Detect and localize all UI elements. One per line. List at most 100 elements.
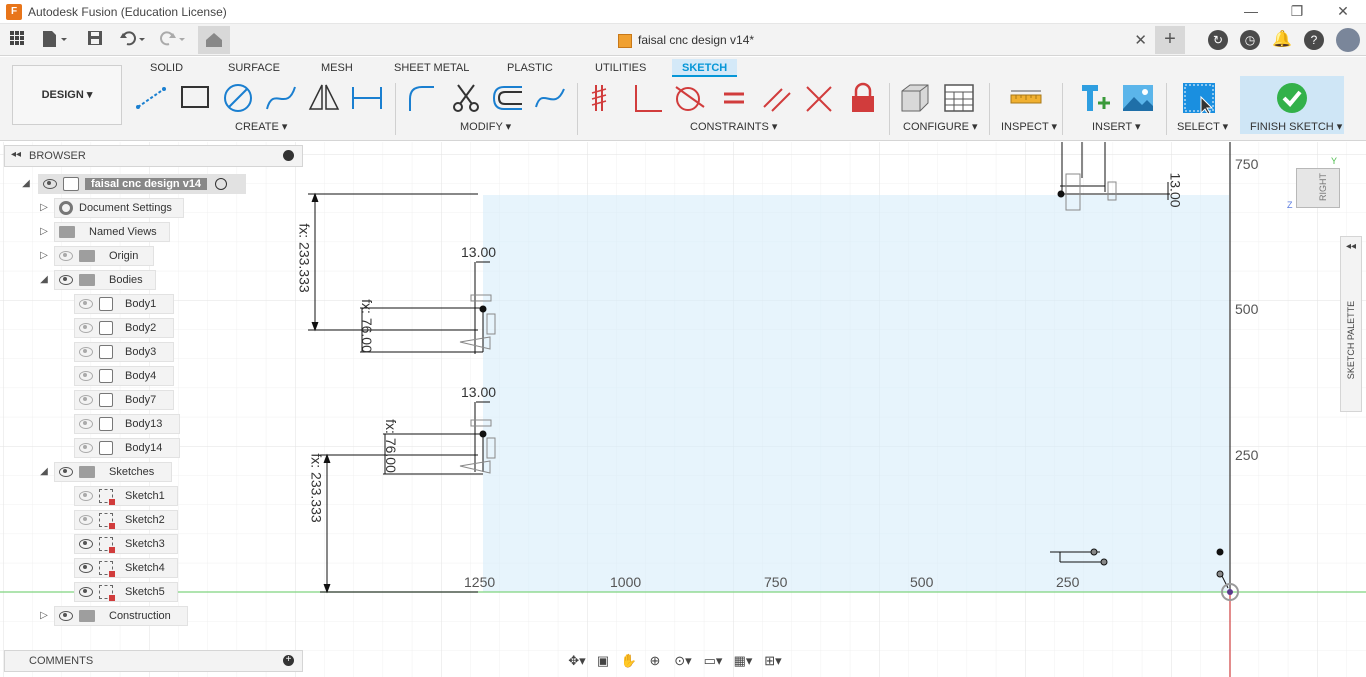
- tree-item-body13[interactable]: Body13: [74, 414, 180, 434]
- expand-icon[interactable]: ▷: [38, 202, 50, 214]
- tree-item-body2[interactable]: Body2: [74, 318, 174, 338]
- tab-sheet-metal[interactable]: SHEET METAL: [384, 59, 479, 77]
- visibility-eye-icon[interactable]: [79, 371, 93, 381]
- tree-item-body7[interactable]: Body7: [74, 390, 174, 410]
- visibility-eye-icon[interactable]: [79, 563, 93, 573]
- redo-icon[interactable]: [158, 30, 188, 50]
- fillet-tool-icon[interactable]: [404, 81, 440, 115]
- tree-item-body4[interactable]: Body4: [74, 366, 174, 386]
- sketch-palette-panel[interactable]: ◂◂ SKETCH PALETTE: [1340, 236, 1362, 412]
- comments-panel[interactable]: COMMENTS +: [4, 650, 303, 672]
- insert-image-icon[interactable]: [1120, 81, 1156, 115]
- zoom-icon[interactable]: ⊕: [644, 652, 666, 670]
- tab-solid[interactable]: SOLID: [140, 59, 193, 77]
- display-settings-icon[interactable]: ▭▾: [700, 652, 726, 670]
- tab-sketch[interactable]: SKETCH: [672, 59, 738, 77]
- insert-mcmaster-icon[interactable]: [1078, 81, 1114, 115]
- tree-item-sketch2[interactable]: Sketch2: [74, 510, 178, 530]
- visibility-eye-icon[interactable]: [59, 611, 73, 621]
- restore-button[interactable]: ❐: [1274, 0, 1320, 24]
- visibility-eye-icon[interactable]: [59, 275, 73, 285]
- collapse-root-icon[interactable]: ◢: [20, 178, 32, 190]
- activate-radio-icon[interactable]: [215, 178, 228, 190]
- collapse-browser-icon[interactable]: ◂◂: [11, 149, 21, 160]
- expand-icon[interactable]: ▷: [38, 250, 50, 262]
- tree-root[interactable]: faisal cnc design v14: [38, 174, 246, 194]
- tab-utilities[interactable]: UTILITIES: [585, 59, 656, 77]
- select-menu[interactable]: SELECT ▾: [1177, 120, 1228, 133]
- job-status-refresh-icon[interactable]: ↻: [1208, 30, 1228, 50]
- perpendicular-constraint-icon[interactable]: [630, 81, 666, 115]
- tree-item-origin[interactable]: Origin: [54, 246, 154, 266]
- notification-bell-icon[interactable]: 🔔: [1272, 30, 1292, 50]
- select-tool-icon[interactable]: [1181, 81, 1217, 115]
- tree-item-document-settings[interactable]: Document Settings: [54, 198, 184, 218]
- rectangle-tool-icon[interactable]: [177, 81, 213, 115]
- tree-item-bodies[interactable]: Bodies: [54, 270, 156, 290]
- equal-constraint-icon[interactable]: [716, 81, 752, 115]
- visibility-eye-icon[interactable]: [79, 515, 93, 525]
- zoom-window-icon[interactable]: ⊙▾: [670, 652, 696, 670]
- trim-scissors-icon[interactable]: [448, 81, 484, 115]
- tree-item-body3[interactable]: Body3: [74, 342, 174, 362]
- curve-tool-icon[interactable]: [532, 81, 568, 115]
- data-panel-grid-icon[interactable]: [8, 30, 26, 50]
- dimension-label[interactable]: 13.00: [461, 384, 496, 400]
- configure-cube-icon[interactable]: [898, 81, 934, 115]
- dimension-label[interactable]: fx: 76.00: [383, 419, 399, 473]
- user-avatar[interactable]: [1336, 28, 1360, 52]
- look-at-icon[interactable]: ▣: [592, 652, 614, 670]
- create-menu[interactable]: CREATE ▾: [235, 120, 287, 133]
- add-comment-icon[interactable]: +: [283, 655, 294, 666]
- expand-icon[interactable]: ▷: [38, 226, 50, 238]
- visibility-eye-icon[interactable]: [79, 347, 93, 357]
- line-tool-icon[interactable]: [134, 81, 170, 115]
- visibility-eye-icon[interactable]: [79, 491, 93, 501]
- collapse-icon[interactable]: ◢: [38, 274, 50, 286]
- new-tab-button[interactable]: +: [1155, 26, 1185, 54]
- save-icon[interactable]: [86, 30, 104, 50]
- browser-panel-header[interactable]: ◂◂ BROWSER: [4, 145, 303, 167]
- dimension-label[interactable]: 13.00: [461, 244, 496, 260]
- fix-lock-icon[interactable]: [845, 81, 881, 115]
- visibility-eye-icon[interactable]: [79, 539, 93, 549]
- close-document-button[interactable]: ✕: [1134, 31, 1147, 49]
- view-cube[interactable]: RIGHT: [1296, 168, 1340, 208]
- constraints-menu[interactable]: CONSTRAINTS ▾: [690, 120, 777, 133]
- tab-mesh[interactable]: MESH: [311, 59, 363, 77]
- file-menu-icon[interactable]: [40, 30, 70, 50]
- tree-item-named-views[interactable]: Named Views: [54, 222, 170, 242]
- dimension-label[interactable]: fx: 76.00: [359, 299, 375, 353]
- undo-icon[interactable]: [118, 30, 148, 50]
- visibility-eye-icon[interactable]: [79, 323, 93, 333]
- expand-palette-icon[interactable]: ◂◂: [1346, 241, 1356, 252]
- tree-item-construction[interactable]: Construction: [54, 606, 188, 626]
- tab-surface[interactable]: SURFACE: [218, 59, 290, 77]
- finish-sketch-button[interactable]: FINISH SKETCH ▾: [1240, 76, 1344, 134]
- configure-table-icon[interactable]: [941, 81, 977, 115]
- design-canvas[interactable]: 1250 1000 750 500 250 750 500 250 fx: 23…: [0, 142, 1366, 677]
- close-window-button[interactable]: ✕: [1320, 0, 1366, 24]
- circle-tool-icon[interactable]: [220, 81, 256, 115]
- expand-icon[interactable]: ▷: [38, 610, 50, 622]
- insert-menu[interactable]: INSERT ▾: [1092, 120, 1141, 133]
- inspect-menu[interactable]: INSPECT ▾: [1001, 120, 1057, 133]
- tab-plastic[interactable]: PLASTIC: [497, 59, 563, 77]
- coincident-constraint-icon[interactable]: [586, 81, 622, 115]
- tangent-constraint-icon[interactable]: [672, 81, 708, 115]
- visibility-eye-icon[interactable]: [43, 179, 57, 189]
- orbit-icon[interactable]: ✥▾: [566, 652, 588, 670]
- measure-ruler-icon[interactable]: [1008, 81, 1044, 115]
- workspace-switcher[interactable]: DESIGN ▾: [12, 65, 122, 125]
- dimension-tool-icon[interactable]: [349, 81, 385, 115]
- pan-hand-icon[interactable]: ✋: [618, 652, 640, 670]
- sketch-viewport[interactable]: [0, 142, 1366, 677]
- offset-tool-icon[interactable]: [490, 81, 526, 115]
- visibility-eye-icon[interactable]: [79, 443, 93, 453]
- help-icon[interactable]: ?: [1304, 30, 1324, 50]
- minimize-button[interactable]: —: [1228, 0, 1274, 24]
- dimension-label[interactable]: fx: 233.333: [297, 223, 313, 292]
- collinear-constraint-icon[interactable]: [801, 81, 837, 115]
- spline-tool-icon[interactable]: [263, 81, 299, 115]
- tree-item-body1[interactable]: Body1: [74, 294, 174, 314]
